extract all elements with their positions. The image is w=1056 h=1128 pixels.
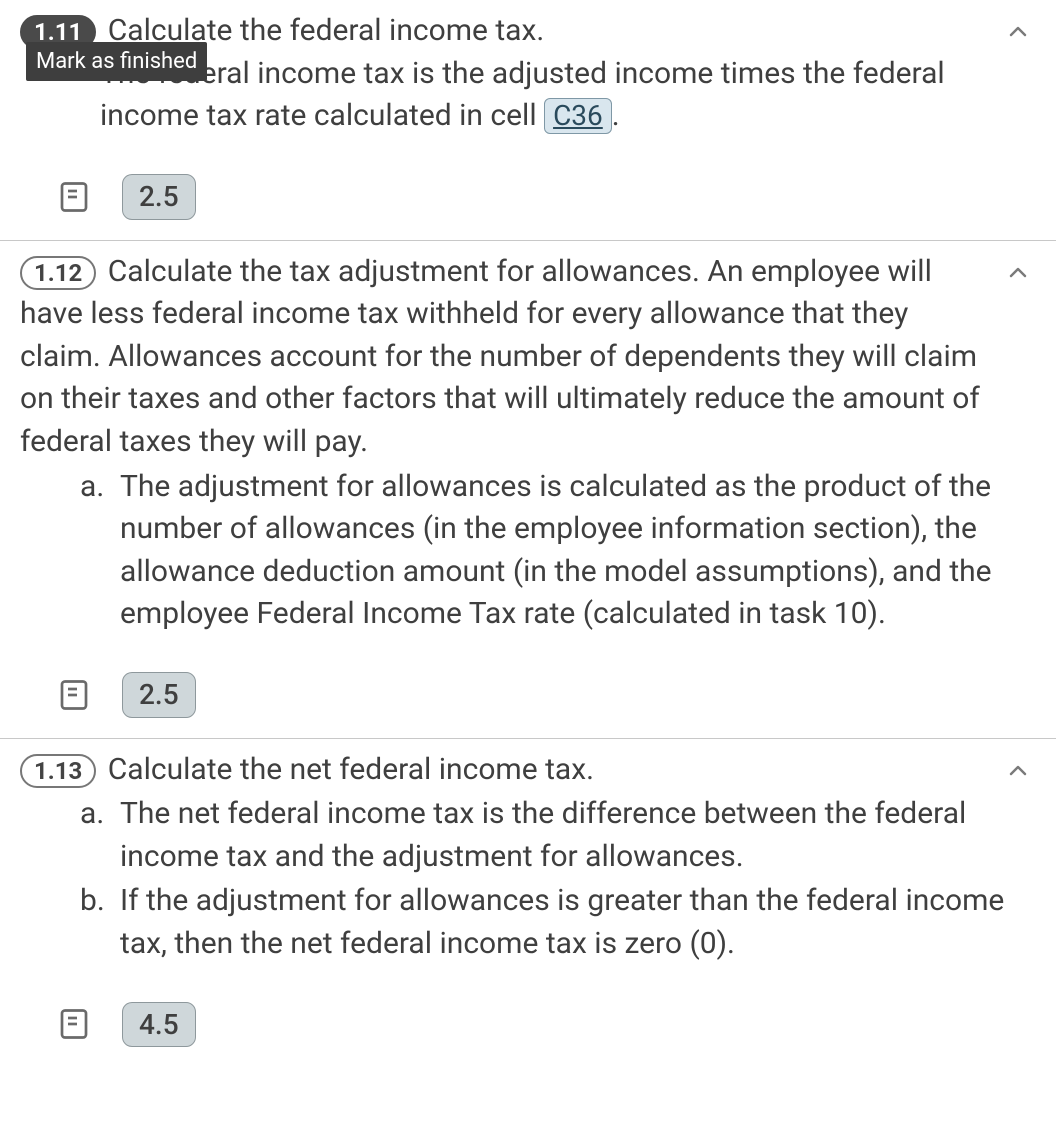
collapse-button[interactable] xyxy=(1000,14,1036,50)
collapse-button[interactable] xyxy=(1000,255,1036,291)
chevron-up-icon xyxy=(1006,759,1030,783)
task-1-11: Mark as finished 1.11 Calculate the fede… xyxy=(0,0,1056,241)
list-item-text: The adjustment for allowances is calcula… xyxy=(120,469,992,632)
task-title: Calculate the net federal income tax. xyxy=(108,752,594,787)
notes-button[interactable] xyxy=(54,177,94,217)
list-item: b. If the adjustment for allowances is g… xyxy=(80,880,1036,965)
list-marker: b. xyxy=(80,880,105,923)
cell-reference[interactable]: C36 xyxy=(544,98,612,134)
notes-button[interactable] xyxy=(54,675,94,715)
points-badge: 2.5 xyxy=(122,174,196,220)
task-number-badge[interactable]: 1.12 xyxy=(20,256,96,290)
task-footer: 2.5 xyxy=(20,174,1036,220)
list-marker: a. xyxy=(80,793,104,836)
collapse-button[interactable] xyxy=(1000,753,1036,789)
task-footer: 4.5 xyxy=(20,1002,1036,1048)
task-sub-list: a. The net federal income tax is the dif… xyxy=(20,793,1036,965)
note-icon xyxy=(56,179,92,215)
note-icon xyxy=(56,677,92,713)
task-footer: 2.5 xyxy=(20,672,1036,718)
list-item-text: The net federal income tax is the differ… xyxy=(120,796,966,874)
task-body: 1.13 Calculate the net federal income ta… xyxy=(20,749,1036,966)
task-sub-list: a. The adjustment for allowances is calc… xyxy=(20,466,1036,636)
points-badge: 2.5 xyxy=(122,672,196,718)
list-item: a. The adjustment for allowances is calc… xyxy=(80,466,1036,636)
task-body-prefix: The federal income tax is the adjusted i… xyxy=(100,56,945,134)
task-description: The federal income tax is the adjusted i… xyxy=(100,53,994,138)
task-1-12: 1.12 Calculate the tax adjustment for al… xyxy=(0,241,1056,739)
task-body: 1.12 Calculate the tax adjustment for al… xyxy=(20,251,1036,636)
list-item-text: If the adjustment for allowances is grea… xyxy=(120,883,1004,961)
notes-button[interactable] xyxy=(54,1004,94,1044)
task-number-badge[interactable]: 1.13 xyxy=(20,754,96,788)
list-marker: a. xyxy=(80,466,104,509)
note-icon xyxy=(56,1006,92,1042)
points-badge: 4.5 xyxy=(122,1002,196,1048)
chevron-up-icon xyxy=(1006,261,1030,285)
task-1-13: 1.13 Calculate the net federal income ta… xyxy=(0,739,1056,1048)
task-body-suffix: . xyxy=(612,98,620,133)
chevron-up-icon xyxy=(1006,20,1030,44)
list-item: a. The net federal income tax is the dif… xyxy=(80,793,1036,878)
mark-as-finished-tooltip: Mark as finished xyxy=(26,42,207,81)
task-title: Calculate the tax adjustment for allowan… xyxy=(20,254,980,459)
